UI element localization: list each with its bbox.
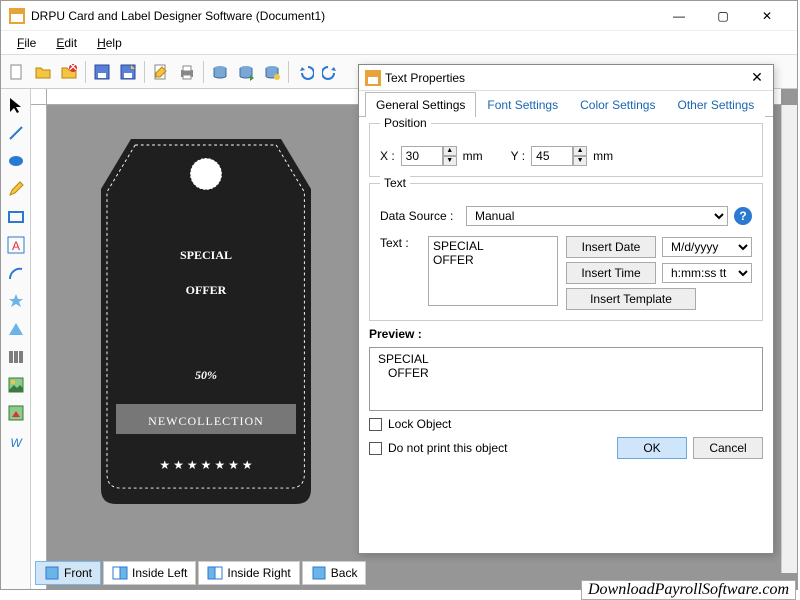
text-label: Text : (380, 236, 420, 250)
maximize-button[interactable]: ▢ (701, 2, 745, 30)
do-not-print-checkbox[interactable]: Do not print this object (369, 441, 507, 455)
save-icon[interactable] (90, 60, 114, 84)
close-button[interactable]: ✕ (745, 2, 789, 30)
svg-text:A: A (11, 239, 19, 253)
db-edit-icon[interactable] (260, 60, 284, 84)
menu-help[interactable]: Help (89, 34, 130, 52)
watermark: DownloadPayrollSoftware.com (581, 580, 796, 600)
spin-down-icon[interactable]: ▼ (443, 156, 457, 166)
svg-text:★ ★ ★ ★ ★ ★ ★: ★ ★ ★ ★ ★ ★ ★ (159, 458, 252, 472)
text-properties-dialog: Text Properties ✕ General Settings Font … (358, 64, 774, 554)
tab-other-settings[interactable]: Other Settings (666, 92, 765, 117)
svg-text:W: W (10, 436, 23, 450)
minimize-button[interactable]: — (657, 2, 701, 30)
tab-inside-right[interactable]: Inside Right (198, 561, 299, 585)
time-format-select[interactable]: h:mm:ss tt (662, 263, 752, 283)
position-group: Position X : ▲▼ mm Y : ▲▼ mm (369, 123, 763, 177)
datasource-select[interactable]: Manual (466, 206, 728, 226)
line-tool-icon[interactable] (4, 121, 28, 145)
tab-font-settings[interactable]: Font Settings (476, 92, 569, 117)
svg-text:NEWCOLLECTION: NEWCOLLECTION (148, 414, 264, 428)
dialog-title: Text Properties (381, 71, 747, 85)
spin-up-icon[interactable]: ▲ (443, 146, 457, 156)
x-spinner[interactable]: ▲▼ (401, 146, 457, 166)
app-icon (9, 8, 25, 24)
svg-text:50%: 50% (195, 368, 217, 382)
db-icon[interactable] (208, 60, 232, 84)
triangle-tool-icon[interactable] (4, 317, 28, 341)
svg-text:✕: ✕ (68, 63, 78, 74)
design-tabs: Front Inside Left Inside Right Back (35, 559, 366, 587)
spin-up-icon[interactable]: ▲ (573, 146, 587, 156)
ok-button[interactable]: OK (617, 437, 687, 459)
rect-tool-icon[interactable] (4, 205, 28, 229)
ruler-corner (31, 89, 47, 105)
tab-back[interactable]: Back (302, 561, 367, 585)
page-icon (112, 565, 128, 581)
text-input[interactable]: SPECIAL OFFER (428, 236, 558, 306)
library-tool-icon[interactable] (4, 401, 28, 425)
insert-date-button[interactable]: Insert Date (566, 236, 656, 258)
scrollbar-vertical[interactable] (781, 105, 797, 573)
wordart-tool-icon[interactable]: W (4, 429, 28, 453)
help-icon[interactable]: ? (734, 207, 752, 225)
y-spinner[interactable]: ▲▼ (531, 146, 587, 166)
page-icon (311, 565, 327, 581)
text-tool-icon[interactable]: A (4, 233, 28, 257)
page-icon (44, 565, 60, 581)
lock-object-checkbox[interactable]: Lock Object (369, 417, 763, 431)
saveas-icon[interactable] (116, 60, 140, 84)
svg-text:OFFER: OFFER (186, 283, 227, 297)
menu-edit[interactable]: Edit (48, 34, 85, 52)
new-icon[interactable] (5, 60, 29, 84)
svg-text:SPECIAL: SPECIAL (180, 248, 232, 262)
arc-tool-icon[interactable] (4, 261, 28, 285)
image-tool-icon[interactable] (4, 373, 28, 397)
menubar: File Edit Help (1, 31, 797, 55)
barcode-tool-icon[interactable] (4, 345, 28, 369)
dialog-close-icon[interactable]: ✕ (747, 69, 767, 86)
star-tool-icon[interactable] (4, 289, 28, 313)
redo-icon[interactable] (319, 60, 343, 84)
db-next-icon[interactable] (234, 60, 258, 84)
x-label: X : (380, 149, 395, 163)
preview-box: SPECIAL OFFER (369, 347, 763, 411)
dialog-tabs: General Settings Font Settings Color Set… (359, 91, 773, 117)
ellipse-tool-icon[interactable] (4, 149, 28, 173)
date-format-select[interactable]: M/d/yyyy (662, 237, 752, 257)
label-object[interactable]: SPECIAL OFFER 50% NEWCOLLECTION ★ ★ ★ ★ … (91, 129, 321, 509)
preview-label: Preview : (369, 327, 763, 341)
titlebar: DRPU Card and Label Designer Software (D… (1, 1, 797, 31)
y-label: Y : (511, 149, 525, 163)
datasource-label: Data Source : (380, 209, 460, 223)
text-group: Text Data Source : Manual ? Text : SPECI… (369, 183, 763, 321)
print-icon[interactable] (175, 60, 199, 84)
tab-color-settings[interactable]: Color Settings (569, 92, 666, 117)
window-title: DRPU Card and Label Designer Software (D… (31, 9, 657, 23)
tab-general-settings[interactable]: General Settings (365, 92, 476, 117)
cancel-button[interactable]: Cancel (693, 437, 763, 459)
dialog-icon (365, 70, 381, 86)
menu-file[interactable]: File (9, 34, 44, 52)
tool-palette: A W (1, 89, 31, 589)
edit-icon[interactable] (149, 60, 173, 84)
insert-template-button[interactable]: Insert Template (566, 288, 696, 310)
ruler-vertical (31, 105, 47, 589)
close-doc-icon[interactable]: ✕ (57, 60, 81, 84)
dialog-titlebar: Text Properties ✕ (359, 65, 773, 91)
tab-inside-left[interactable]: Inside Left (103, 561, 196, 585)
pointer-tool-icon[interactable] (4, 93, 28, 117)
insert-time-button[interactable]: Insert Time (566, 262, 656, 284)
tab-front[interactable]: Front (35, 561, 101, 585)
open-icon[interactable] (31, 60, 55, 84)
pencil-tool-icon[interactable] (4, 177, 28, 201)
spin-down-icon[interactable]: ▼ (573, 156, 587, 166)
undo-icon[interactable] (293, 60, 317, 84)
page-icon (207, 565, 223, 581)
